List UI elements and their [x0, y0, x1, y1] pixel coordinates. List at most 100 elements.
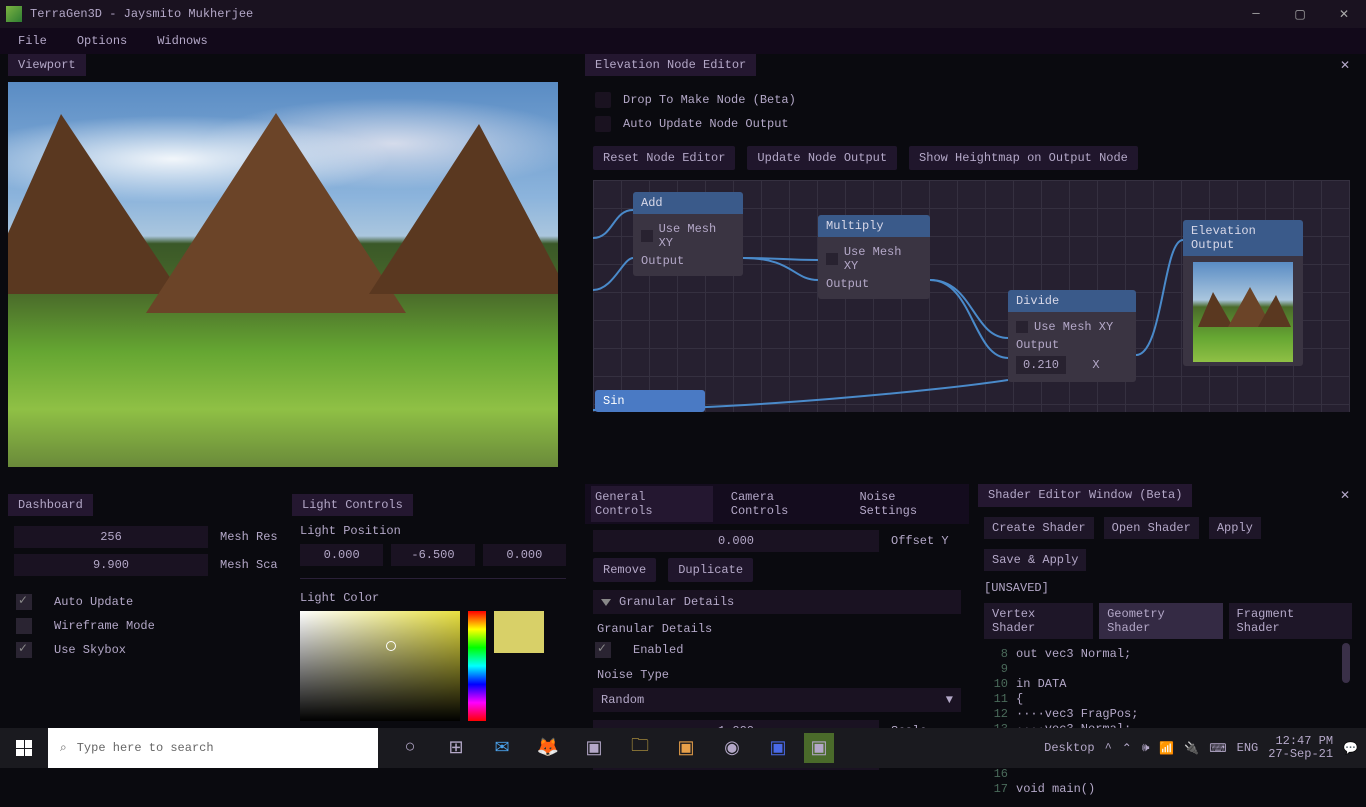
node-elevation-output-title: Elevation Output [1183, 220, 1303, 256]
tray-volume-icon[interactable]: 🕪 [1142, 741, 1150, 755]
tray-onedrive-icon[interactable]: ⌃ [1122, 741, 1132, 756]
node-divide-title: Divide [1008, 290, 1136, 312]
remove-button[interactable]: Remove [593, 558, 656, 582]
node-divide-usemesh-checkbox[interactable] [1016, 321, 1028, 333]
app-logo-icon [6, 6, 22, 22]
viewport-render[interactable] [8, 82, 558, 467]
create-shader-button[interactable]: Create Shader [984, 517, 1094, 539]
menu-file[interactable]: File [18, 34, 47, 48]
viewport-title: Viewport [8, 54, 86, 76]
light-pos-x-input[interactable]: 0.000 [300, 544, 383, 566]
menu-bar: File Options Widnows [0, 28, 1366, 54]
tray-chevron-icon[interactable]: ^ [1105, 741, 1112, 755]
node-add[interactable]: Add Use Mesh XY Output [633, 192, 743, 276]
tab-general-controls[interactable]: General Controls [591, 486, 713, 522]
light-pos-y-input[interactable]: -6.500 [391, 544, 474, 566]
code-scrollbar[interactable] [1342, 643, 1350, 683]
color-hue-slider[interactable] [468, 611, 486, 721]
apply-shader-button[interactable]: Apply [1209, 517, 1261, 539]
node-canvas[interactable]: Add Use Mesh XY Output Multiply Use Mesh… [593, 180, 1350, 412]
mesh-sca-label: Mesh Sca [220, 558, 280, 572]
granular-enabled-checkbox[interactable] [595, 642, 611, 658]
shader-editor-title: Shader Editor Window (Beta) [978, 484, 1192, 507]
offset-y-input[interactable]: 0.000 [593, 530, 879, 552]
firefox-icon[interactable]: 🦊 [528, 728, 568, 768]
tray-keyboard-icon[interactable]: ⌨ [1209, 741, 1226, 756]
windows-icon [16, 740, 32, 756]
granular-details-label: Granular Details [593, 614, 961, 638]
light-controls-panel: Light Controls Light Position 0.000 -6.5… [292, 494, 574, 729]
reset-node-editor-button[interactable]: Reset Node Editor [593, 146, 735, 170]
node-multiply[interactable]: Multiply Use Mesh XY Output [818, 215, 930, 299]
chevron-down-icon [601, 599, 611, 606]
tray-clock[interactable]: 12:47 PM 27-Sep-21 [1268, 735, 1333, 761]
light-position-label: Light Position [300, 524, 566, 538]
shader-editor-close-icon[interactable]: ✕ [1332, 484, 1358, 507]
mesh-res-input[interactable]: 256 [14, 526, 208, 548]
skybox-checkbox[interactable] [16, 642, 32, 658]
sublime-icon[interactable]: ▣ [666, 728, 706, 768]
light-controls-title: Light Controls [292, 494, 413, 516]
mesh-res-label: Mesh Res [220, 530, 280, 544]
update-node-output-button[interactable]: Update Node Output [747, 146, 897, 170]
chevron-down-icon: ▼ [946, 693, 953, 707]
mail-icon[interactable]: ✉ [482, 728, 522, 768]
node-editor-close-icon[interactable]: ✕ [1340, 58, 1358, 73]
drop-to-make-label: Drop To Make Node (Beta) [623, 93, 796, 107]
node-divide-x-button[interactable]: X [1092, 358, 1099, 372]
node-editor-title: Elevation Node Editor [585, 54, 756, 76]
color-satval-picker[interactable] [300, 611, 460, 721]
tab-noise-settings[interactable]: Noise Settings [855, 486, 963, 522]
auto-update-checkbox[interactable] [16, 594, 32, 610]
save-apply-shader-button[interactable]: Save & Apply [984, 549, 1086, 571]
drop-to-make-checkbox[interactable] [595, 92, 611, 108]
menu-windows[interactable]: Widnows [157, 34, 207, 48]
search-icon: ⌕ [60, 741, 67, 755]
tray-lang-label[interactable]: ENG [1237, 741, 1259, 755]
window-title: TerraGen3D - Jaysmito Mukherjee [30, 7, 253, 21]
node-divide[interactable]: Divide Use Mesh XY Output 0.210 X [1008, 290, 1136, 382]
start-button[interactable] [0, 728, 48, 768]
node-elevation-output[interactable]: Elevation Output [1183, 220, 1303, 366]
tab-geometry-shader[interactable]: Geometry Shader [1099, 603, 1222, 639]
auto-update-node-label: Auto Update Node Output [623, 117, 789, 131]
tab-vertex-shader[interactable]: Vertex Shader [984, 603, 1093, 639]
wireframe-checkbox[interactable] [16, 618, 32, 634]
menu-options[interactable]: Options [77, 34, 127, 48]
show-heightmap-button[interactable]: Show Heightmap on Output Node [909, 146, 1138, 170]
light-pos-z-input[interactable]: 0.000 [483, 544, 566, 566]
node-divide-value-input[interactable]: 0.210 [1016, 356, 1066, 374]
node-sin-title: Sin [595, 390, 705, 412]
maximize-button[interactable]: ▢ [1278, 0, 1322, 28]
tray-battery-icon[interactable]: 🔌 [1184, 741, 1199, 756]
tab-camera-controls[interactable]: Camera Controls [727, 486, 842, 522]
node-add-usemesh-checkbox[interactable] [641, 230, 653, 242]
close-button[interactable]: ✕ [1322, 0, 1366, 28]
explorer-icon[interactable]: 🗀 [620, 728, 660, 768]
taskbar-search[interactable]: ⌕Type here to search [48, 728, 378, 768]
noise-type-select[interactable]: Random▼ [593, 688, 961, 712]
node-editor-panel: Elevation Node Editor ✕ Drop To Make Nod… [585, 54, 1358, 412]
node-multiply-usemesh-checkbox[interactable] [826, 253, 838, 265]
open-shader-button[interactable]: Open Shader [1104, 517, 1199, 539]
vlc-icon[interactable]: ▣ [574, 728, 614, 768]
minimize-button[interactable]: ─ [1234, 0, 1278, 28]
cortana-icon[interactable]: ○ [390, 728, 430, 768]
tray-desktop-label[interactable]: Desktop [1044, 741, 1094, 755]
task-view-icon[interactable]: ⊞ [436, 728, 476, 768]
powershell-icon[interactable]: ▣ [758, 728, 798, 768]
terragen-icon[interactable]: ▣ [804, 733, 834, 763]
title-bar: TerraGen3D - Jaysmito Mukherjee ─ ▢ ✕ [0, 0, 1366, 28]
shader-code-editor[interactable]: 8out vec3 Normal; 9 10in DATA 11{ 12····… [984, 643, 1352, 801]
noise-type-label: Noise Type [593, 662, 961, 682]
tray-notifications-icon[interactable]: 💬 [1343, 741, 1358, 756]
mesh-sca-input[interactable]: 9.900 [14, 554, 208, 576]
duplicate-button[interactable]: Duplicate [668, 558, 753, 582]
node-sin[interactable]: Sin [595, 390, 705, 412]
granular-details-collapse[interactable]: Granular Details [593, 590, 961, 614]
tray-wifi-icon[interactable]: 📶 [1159, 741, 1174, 756]
chrome-icon[interactable]: ◉ [712, 728, 752, 768]
tab-fragment-shader[interactable]: Fragment Shader [1229, 603, 1352, 639]
dashboard-panel: Dashboard 256Mesh Res 9.900Mesh Sca Auto… [8, 494, 286, 672]
auto-update-node-checkbox[interactable] [595, 116, 611, 132]
